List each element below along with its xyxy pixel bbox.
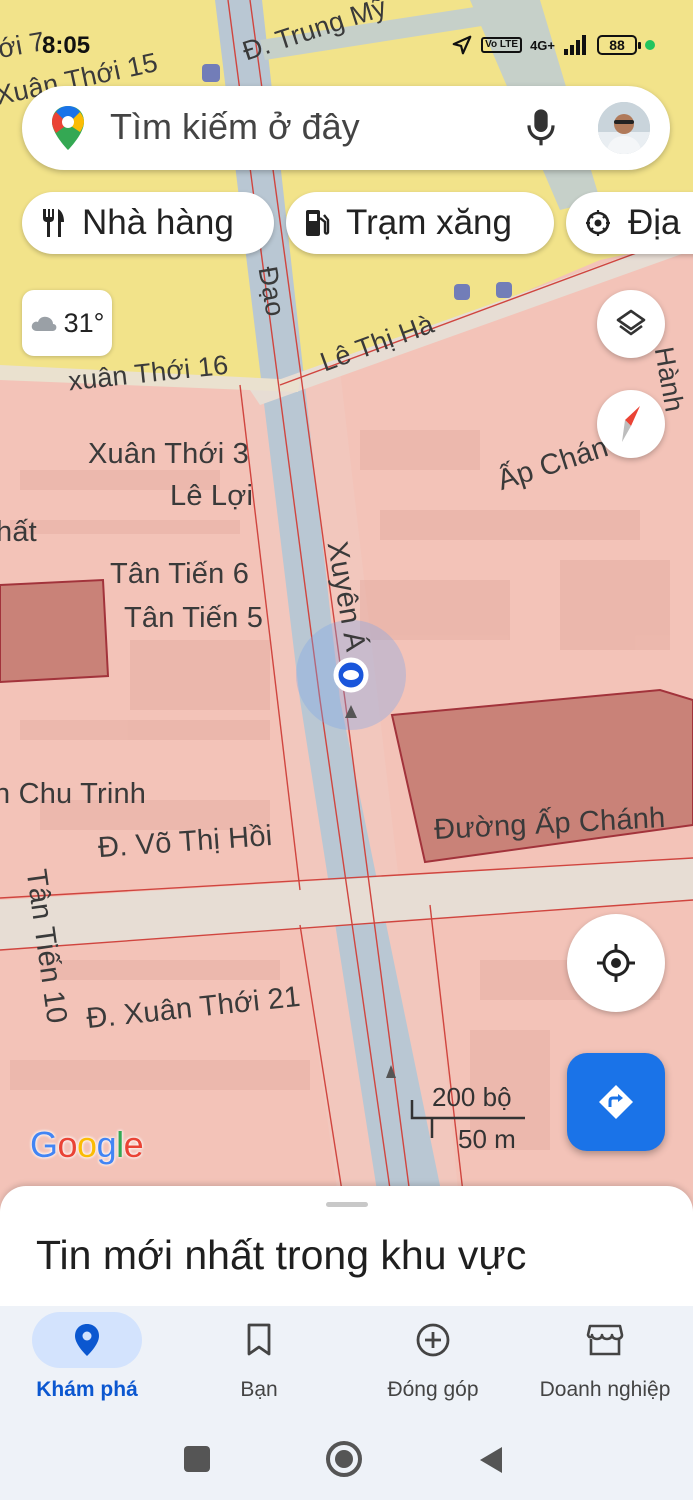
weather-temperature: 31°: [63, 307, 105, 338]
compass-icon: [622, 406, 640, 442]
search-bar[interactable]: Tìm kiếm ở đây: [22, 86, 670, 170]
bottom-sheet[interactable]: Tin mới nhất trong khu vực: [0, 1186, 693, 1306]
street-label: Xuân Thới 3: [88, 438, 249, 470]
nav-contribute[interactable]: Đóng góp: [348, 1312, 518, 1412]
bottom-navigation: Khám phá Bạn Đóng góp Doanh nghiệp: [0, 1306, 693, 1416]
nav-explore[interactable]: Khám phá: [2, 1312, 172, 1412]
gas-station-icon: [306, 210, 330, 236]
scale-metric: 50 m: [458, 1124, 516, 1154]
directions-icon: [599, 1085, 633, 1119]
nav-icon-container: [378, 1312, 488, 1368]
recent-apps-button[interactable]: [184, 1446, 210, 1472]
chip-label: Địa: [628, 203, 681, 242]
map-canvas[interactable]: ới 7 Xuân Thới 15 Đ. Trung Mỹ Đạo Lê Thị…: [0, 0, 693, 1210]
nav-label: Doanh nghiệp: [539, 1378, 671, 1401]
bookmark-icon: [247, 1323, 271, 1356]
sheet-title: Tin mới nhất trong khu vực: [36, 1232, 527, 1278]
navigation-arrow-icon: [452, 35, 472, 55]
chip-attractions[interactable]: Địa: [566, 192, 693, 254]
explore-pin-icon: [75, 1324, 99, 1356]
google-logo: Google: [30, 1124, 144, 1166]
nav-icon-container: [550, 1312, 660, 1368]
layers-icon: [616, 309, 646, 336]
nav-you[interactable]: Bạn: [174, 1312, 344, 1412]
home-button-dot: [335, 1450, 353, 1468]
street-label: Lê Lợi: [170, 480, 254, 512]
back-button[interactable]: [478, 1445, 504, 1475]
nav-label: Đóng góp: [387, 1378, 479, 1401]
chip-restaurants[interactable]: Nhà hàng: [22, 192, 274, 254]
status-icons: Vo LTE 4G+ 88: [451, 34, 655, 56]
google-letter: o: [77, 1124, 97, 1165]
google-maps-logo-icon: [52, 106, 84, 150]
nav-icon-container: [204, 1312, 314, 1368]
street-label: Tân Tiến 6: [110, 558, 250, 590]
google-letter: G: [30, 1124, 58, 1165]
my-location-button[interactable]: [567, 914, 665, 1012]
account-avatar[interactable]: [598, 102, 650, 154]
nav-label: Khám phá: [36, 1378, 138, 1401]
battery-indicator: 88: [597, 35, 641, 55]
attraction-icon: [586, 210, 610, 236]
my-location-icon: [597, 944, 635, 982]
google-letter: l: [116, 1124, 124, 1165]
chip-label: Trạm xăng: [346, 203, 512, 242]
layers-button[interactable]: [597, 290, 665, 358]
weather-chip[interactable]: 31°: [22, 290, 112, 356]
signal-icon: [564, 35, 586, 55]
nav-business[interactable]: Doanh nghiệp: [520, 1312, 690, 1412]
avatar-image: [598, 102, 650, 154]
directions-button[interactable]: [567, 1053, 665, 1151]
privacy-indicator-dot: [645, 40, 655, 50]
status-bar: 8:05 Vo LTE 4G+ 88: [0, 28, 693, 64]
google-letter: o: [57, 1124, 78, 1165]
add-circle-icon: [416, 1323, 450, 1357]
search-input[interactable]: Tìm kiếm ở đây: [110, 106, 360, 148]
street-label: Tân Tiến 5: [124, 602, 264, 634]
nav-icon-container: [32, 1312, 142, 1368]
street-label: hất: [0, 516, 37, 548]
chip-label: Nhà hàng: [82, 203, 234, 242]
network-type: 4G+: [530, 37, 555, 53]
street-label: n Chu Trinh: [0, 778, 147, 810]
google-letter: g: [96, 1124, 117, 1165]
microphone-icon[interactable]: [525, 108, 557, 148]
chip-gas-stations[interactable]: Trạm xăng: [286, 192, 554, 254]
scale-imperial: 200 bộ: [432, 1082, 512, 1112]
sheet-drag-handle[interactable]: [326, 1202, 368, 1207]
home-button[interactable]: [326, 1441, 362, 1477]
nav-label: Bạn: [240, 1378, 278, 1401]
storefront-icon: [586, 1324, 624, 1356]
status-time: 8:05: [42, 32, 91, 59]
volte-badge: Vo LTE: [481, 37, 523, 53]
cloud-icon: [31, 316, 56, 331]
system-navigation-bar: [0, 1416, 693, 1500]
compass-button[interactable]: [597, 390, 665, 458]
restaurant-icon: [43, 209, 64, 237]
google-letter: e: [123, 1124, 144, 1165]
